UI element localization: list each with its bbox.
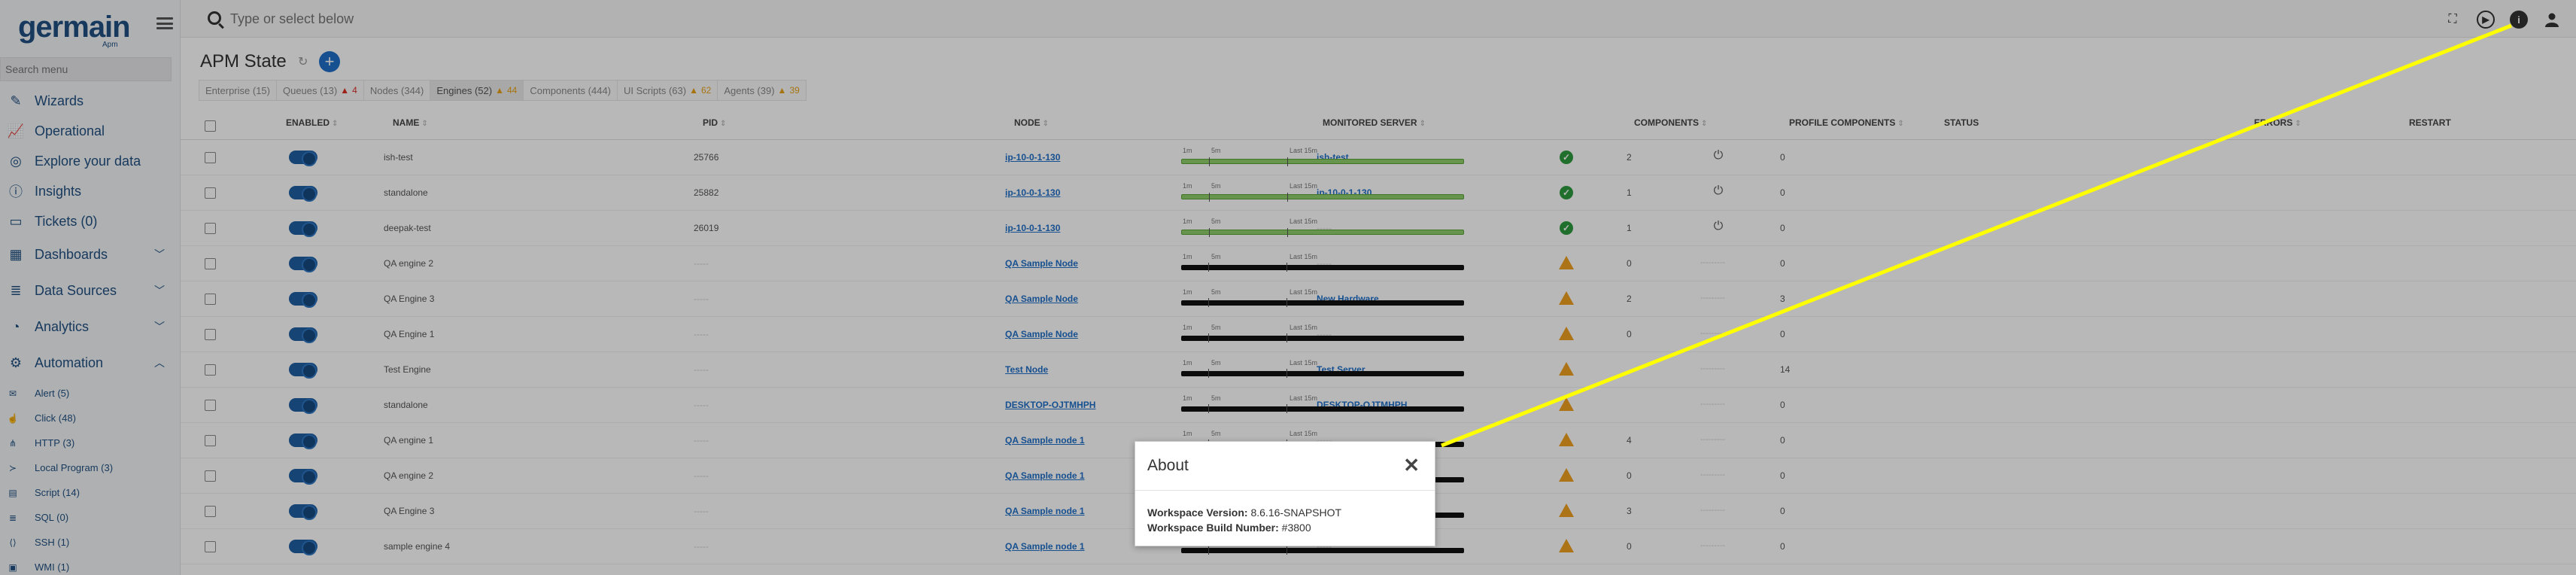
workspace-version-row: Workspace Version: 8.6.16-SNAPSHOT (1147, 507, 1341, 519)
workspace-version-label: Workspace Version: (1147, 507, 1248, 519)
workspace-build-value: #3800 (1281, 522, 1311, 534)
dialog-title: About (1147, 457, 1189, 474)
workspace-build-label: Workspace Build Number: (1147, 522, 1279, 534)
workspace-build-row: Workspace Build Number: #3800 (1147, 522, 1311, 534)
dialog-divider (1135, 490, 1435, 491)
close-icon[interactable]: ✕ (1403, 455, 1420, 475)
workspace-version-value: 8.6.16-SNAPSHOT (1250, 507, 1342, 519)
about-dialog: About ✕ Workspace Version: 8.6.16-SNAPSH… (1135, 441, 1435, 546)
